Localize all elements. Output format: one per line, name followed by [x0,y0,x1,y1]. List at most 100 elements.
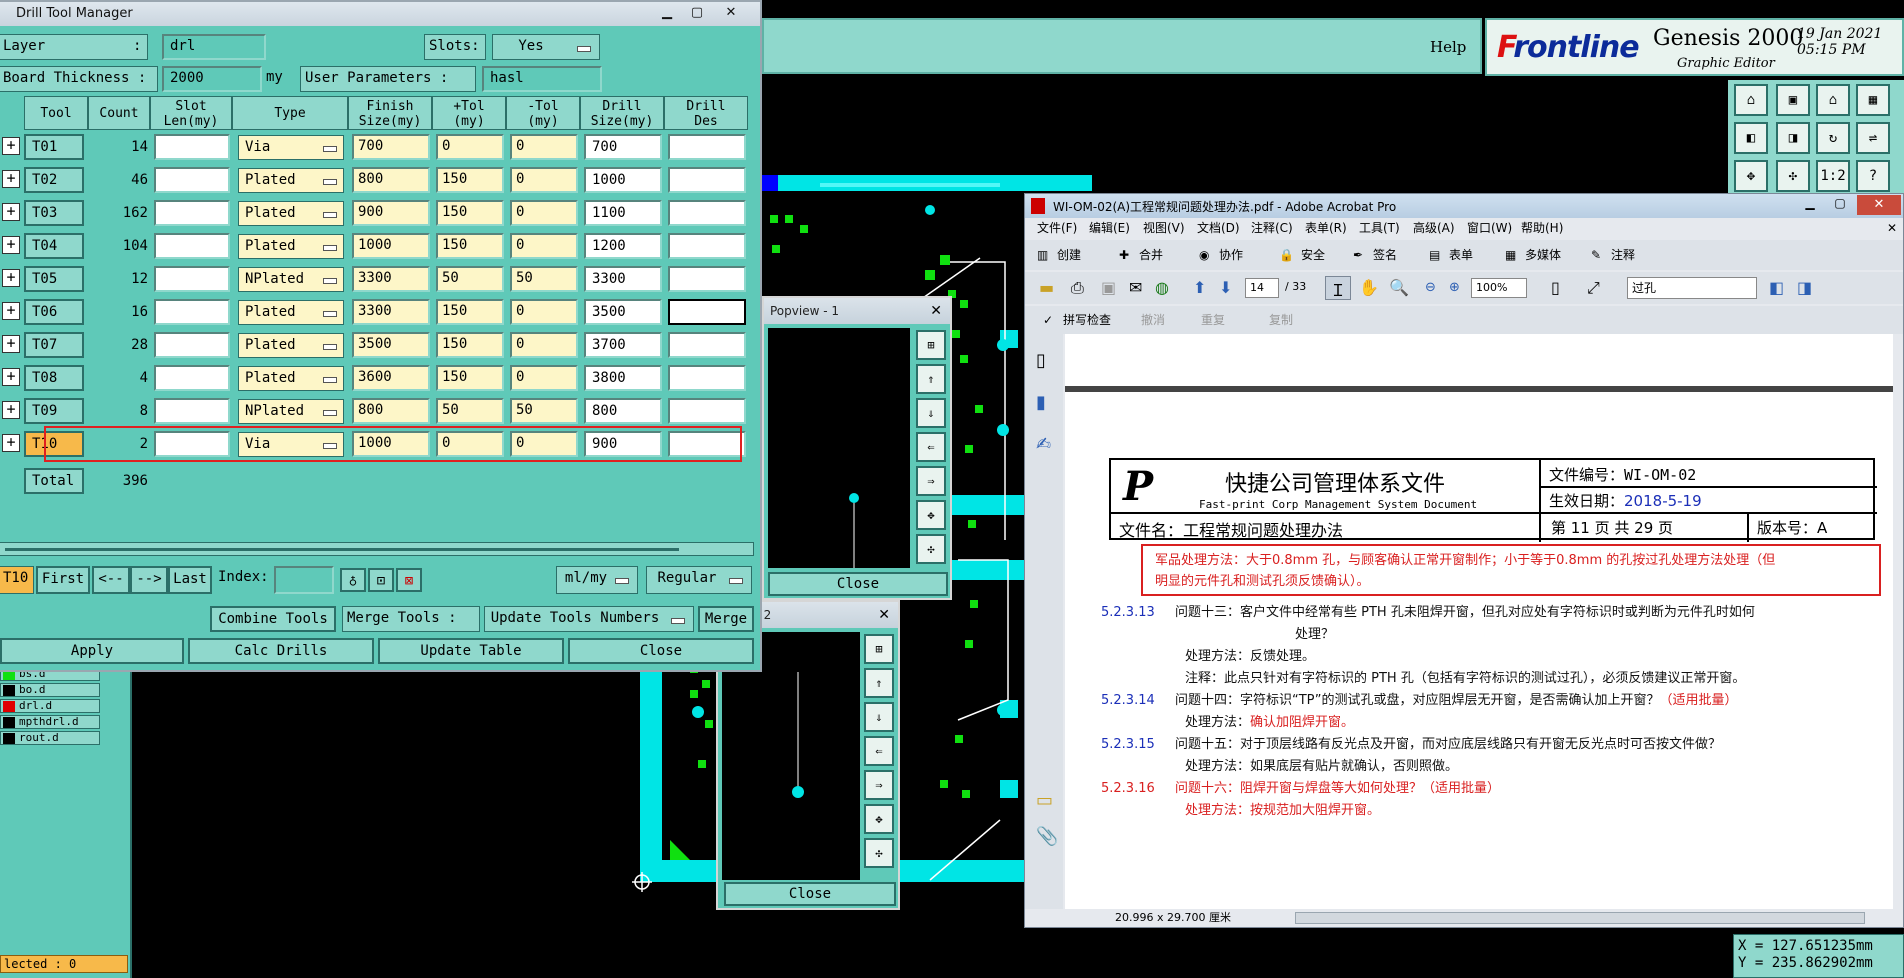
tool-cell[interactable]: T01 [24,134,84,160]
merge-button[interactable]: Merge [698,606,754,632]
combine-button[interactable]: 合并 [1139,240,1163,270]
plus-tol-input[interactable]: 150 [436,167,504,193]
next-button[interactable]: --> [130,566,168,594]
expand-icon[interactable]: + [2,335,20,353]
bulb-icon[interactable]: ♁ [340,568,366,592]
menu-view[interactable]: 视图(V) [1143,218,1185,238]
layer-item[interactable]: drl.d [0,699,100,713]
plus-tol-input[interactable]: 150 [436,332,504,358]
combine-icon[interactable]: ✚ [1119,240,1129,270]
expand-icon[interactable]: + [2,137,20,155]
zoom-select[interactable]: 100% [1471,278,1527,298]
drill-size-input[interactable]: 1000 [584,167,662,193]
user-parameters-field[interactable]: hasl [482,66,602,92]
finish-size-input[interactable]: 3600 [352,365,430,391]
comment-icon[interactable]: ✎ [1591,240,1601,270]
menu-file[interactable]: 文件(F) [1037,218,1077,238]
pen-icon[interactable]: ✒ [1353,240,1363,270]
down-icon[interactable]: ⇓ [916,398,946,428]
right-icon[interactable]: ⇒ [864,770,894,800]
form-button[interactable]: 表单 [1449,240,1473,270]
drill-des-input[interactable] [668,167,746,193]
type-dropdown[interactable]: Plated [238,300,344,325]
close-icon[interactable]: ✕ [878,602,890,628]
drill-des-input[interactable] [668,398,746,424]
finish-size-input[interactable]: 3300 [352,299,430,325]
multimedia-icon[interactable]: ▦ [1505,240,1516,270]
minus-tol-input[interactable]: 0 [510,233,578,259]
popview-1-canvas[interactable] [768,328,910,568]
drill-des-input[interactable] [668,365,746,391]
plus-tol-input[interactable]: 150 [436,233,504,259]
menu-advanced[interactable]: 高级(A) [1413,218,1455,238]
save-icon[interactable]: ⇑ [864,668,894,698]
last-button[interactable]: Last [168,566,212,594]
menu-window[interactable]: 窗口(W) [1467,218,1512,238]
print-icon[interactable]: ⎙ [1071,278,1084,298]
zoom-out-icon[interactable]: ⊖ [1425,280,1436,295]
popview-2-close-button[interactable]: Close [724,882,896,906]
tool-cell[interactable]: T04 [24,233,84,259]
expand-icon[interactable]: + [2,170,20,188]
type-dropdown[interactable]: NPlated [238,399,344,424]
slot-len-input[interactable] [154,200,230,226]
finish-size-input[interactable]: 800 [352,167,430,193]
find-next-icon[interactable]: ◨ [1797,278,1812,297]
plus-tol-input[interactable]: 150 [436,365,504,391]
menu-form[interactable]: 表单(R) [1305,218,1347,238]
drill-size-input[interactable]: 3700 [584,332,662,358]
plus-tol-input[interactable]: 50 [436,266,504,292]
slot-len-input[interactable] [154,332,230,358]
maximize-icon[interactable]: ▢ [684,4,710,22]
signatures-icon[interactable]: ✍ [1036,434,1051,455]
pan-icon[interactable]: ✣ [916,534,946,564]
finish-size-input[interactable]: 700 [352,134,430,160]
menu-document[interactable]: 文档(D) [1197,218,1240,238]
slot-len-input[interactable] [154,134,230,160]
tool-cell[interactable]: T09 [24,398,84,424]
layer-field[interactable]: drl [162,34,266,60]
menu-tools[interactable]: 工具(T) [1359,218,1400,238]
minus-tol-input[interactable]: 50 [510,398,578,424]
horizontal-scrollbar[interactable] [1295,912,1865,924]
expand-icon[interactable]: + [2,203,20,221]
fit-icon[interactable]: ✥ [864,804,894,834]
multimedia-button[interactable]: 多媒体 [1525,240,1561,270]
pages-icon[interactable]: ▯ [1036,350,1046,371]
sign-button[interactable]: 签名 [1373,240,1397,270]
select-cursor-icon[interactable]: Ｉ [1325,276,1351,300]
finish-size-input[interactable]: 900 [352,200,430,226]
expand-icon[interactable]: + [2,368,20,386]
combine-tools-button[interactable]: Combine Tools [210,606,336,632]
close-icon[interactable]: ✕ [1857,195,1901,215]
mode-dropdown[interactable]: Regular [646,566,752,594]
minimize-icon[interactable]: ▁ [654,4,680,22]
drill-des-input[interactable] [668,332,746,358]
apply-button[interactable]: Apply [0,638,184,664]
undo-button[interactable]: 撤消 [1141,306,1165,334]
plus-tol-input[interactable]: 50 [436,398,504,424]
minus-tol-input[interactable]: 0 [510,167,578,193]
minimize-icon[interactable]: ▁ [1797,196,1823,214]
type-dropdown[interactable]: Plated [238,201,344,226]
expand-icon[interactable]: + [2,401,20,419]
plus-tol-input[interactable]: 0 [436,134,504,160]
slot-len-input[interactable] [154,398,230,424]
filter-icon[interactable]: ⊡ [368,568,394,592]
first-button[interactable]: First [36,566,90,594]
slot-len-input[interactable] [154,299,230,325]
prev-button[interactable]: <-- [92,566,130,594]
pdf-page-area[interactable]: P 快捷公司管理体系文件 Fast-print Corp Management … [1065,334,1893,909]
bookmarks-icon[interactable]: ▮ [1036,392,1046,413]
create-button[interactable]: 创建 [1057,240,1081,270]
index-field[interactable] [274,566,334,594]
spellcheck-button[interactable]: 拼写检查 [1063,306,1111,334]
comments-icon[interactable]: ▭ [1036,790,1053,811]
menu-edit[interactable]: 编辑(E) [1089,218,1130,238]
slot-len-input[interactable] [154,167,230,193]
finish-size-input[interactable]: 800 [352,398,430,424]
expand-icon[interactable]: + [2,302,20,320]
fit-page-icon[interactable]: ▯ [1551,278,1560,297]
security-button[interactable]: 安全 [1301,240,1325,270]
attachment-icon[interactable]: 📎 [1036,826,1058,847]
